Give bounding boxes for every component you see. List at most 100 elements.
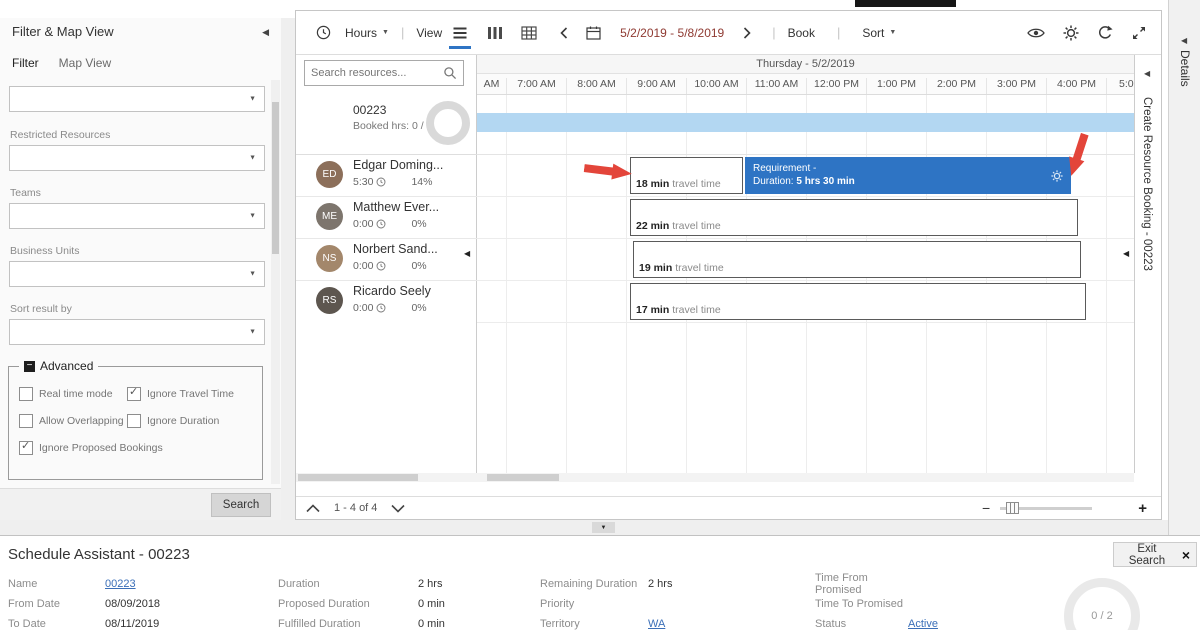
scrollbar-thumb[interactable] [272,102,279,254]
resource-row[interactable]: RS Ricardo Seely 0:00 0% [296,280,477,322]
visibility-icon[interactable] [1027,27,1045,39]
chevron-down-icon: ▼ [249,95,256,103]
advanced-legend[interactable]: Advanced [19,359,99,373]
chevron-down-icon: ▼ [249,270,256,278]
field-value-link[interactable]: WA [648,618,665,630]
previous-period-button[interactable] [560,26,568,39]
filter-dropdown-1[interactable]: ▼ [9,86,265,112]
zoom-in-button[interactable]: + [1138,500,1147,517]
bottom-panel-splitter-handle[interactable]: ▼ [592,522,615,533]
checkbox-icon[interactable] [19,414,33,428]
next-period-button[interactable] [743,26,751,39]
tab-filter[interactable]: Filter [12,56,39,70]
gear-icon[interactable] [1063,25,1079,41]
resource-row[interactable]: ME Matthew Ever... 0:00 0% [296,196,477,239]
business-units-label: Business Units [10,245,80,257]
travel-time-block[interactable]: 19 min travel time [633,241,1081,278]
sort-result-by-dropdown[interactable]: ▼ [9,319,265,345]
resource-name: Ricardo Seely [353,284,431,298]
exit-search-label: Exit Search [1128,542,1166,567]
search-button[interactable]: Search [211,493,271,517]
resource-list-hscrollbar[interactable] [296,473,477,482]
business-units-dropdown[interactable]: ▼ [9,261,265,287]
toolbar-separator: | [836,25,841,40]
resource-row[interactable]: ED Edgar Doming... 5:30 14% [296,154,477,197]
travel-time-block[interactable]: 17 min travel time [630,283,1086,320]
scrollbar-thumb[interactable] [298,474,418,481]
expand-details-icon[interactable]: ◀ [1181,36,1187,45]
travel-minutes: 18 min [636,178,670,190]
hours-scale-button[interactable]: Hours [345,26,377,40]
hour-label: 7:00 AM [506,78,566,94]
pan-right-icon[interactable]: ◀ [1123,249,1129,258]
travel-minutes: 19 min [639,262,673,274]
refresh-icon[interactable] [1097,25,1113,41]
sort-button[interactable]: Sort [862,26,884,40]
scheduler-bottom-bar: 1 - 4 of 4 − + [296,496,1161,519]
travel-time-block[interactable]: 22 min travel time [630,199,1078,236]
schedule-grid[interactable]: 18 min travel time Requirement - Duration… [477,95,1134,473]
grid-view-button[interactable] [521,25,537,40]
pan-left-icon[interactable]: ◀ [464,249,470,258]
zoom-out-button[interactable]: − [982,500,990,516]
resource-row[interactable]: NS Norbert Sand... 0:00 0% [296,238,477,281]
details-rail[interactable]: ◀ Details [1168,0,1200,535]
filter-panel-scrollbar[interactable] [271,80,280,484]
checkbox-icon[interactable] [19,439,33,455]
gear-icon[interactable] [1051,169,1063,182]
checkbox-ignore-proposed-bookings[interactable]: Ignore Proposed Bookings [19,439,163,455]
timeline-hscrollbar[interactable] [477,473,1134,482]
travel-minutes: 17 min [636,304,670,316]
day-header: Thursday - 5/2/2019 [477,55,1134,74]
search-icon[interactable] [443,66,457,80]
expand-icon[interactable] [1131,25,1147,41]
avatar: ED [316,161,343,188]
collapse-filter-panel-icon[interactable]: ◀ [262,27,269,38]
teams-dropdown[interactable]: ▼ [9,203,265,229]
expand-panel-icon[interactable]: ◀ [1144,69,1150,78]
checkbox-icon[interactable] [19,387,33,401]
checkbox-ignore-travel-time[interactable]: Ignore Travel Time [127,385,234,401]
requirement-row[interactable]: 00223 Booked hrs: 0 / 2 [296,93,477,155]
field-label: Time From Promised [815,572,868,596]
zoom-slider[interactable] [1000,501,1093,514]
exit-search-button[interactable]: Exit Search × [1113,542,1197,567]
chevron-down-icon: ▼ [889,29,897,36]
checkbox-ignore-duration[interactable]: Ignore Duration [127,414,219,428]
resource-name: Matthew Ever... [353,200,440,214]
advanced-section: Advanced Real time mode Ignore Travel Ti… [8,359,263,480]
date-range[interactable]: 5/2/2019 - 5/8/2019 [620,26,724,40]
book-button[interactable]: Book [788,26,815,40]
travel-time-block[interactable]: 18 min travel time [630,157,743,194]
page-up-icon[interactable] [306,503,320,513]
create-resource-booking-tab[interactable]: ◀ Create Resource Booking - 00223 [1134,55,1161,473]
requirement-booked-hours: Booked hrs: 0 / 2 [353,120,433,132]
timeline-view-button[interactable] [487,26,503,40]
restricted-resources-dropdown[interactable]: ▼ [9,145,265,171]
page-down-icon[interactable] [391,504,405,513]
chevron-down-icon: ▼ [249,212,256,220]
collapse-section-icon[interactable] [24,360,35,372]
field-value: 0 min [418,618,445,630]
scrollbar-thumb[interactable] [487,474,559,481]
field-value-link[interactable]: Active [908,618,938,630]
resource-percent: 0% [411,302,427,314]
search-resources-input[interactable] [305,67,443,79]
schedule-board-page: Filter & Map View ◀ Filter Map View ▼ Re… [0,0,1200,630]
resource-list-panel: 00223 Booked hrs: 0 / 2 ED Edgar Doming.… [296,55,477,473]
details-column: Remaining Duration 2 hrs Priority Territo… [540,574,672,630]
checkbox-icon[interactable] [127,414,141,428]
field-value-link[interactable]: 00223 [105,578,136,590]
clock-icon [376,219,386,229]
hour-header: AM 7:00 AM 8:00 AM 9:00 AM 10:00 AM 11:0… [477,74,1134,95]
requirement-booking-block[interactable]: Requirement - Duration: 5 hrs 30 min [745,157,1071,194]
booked-hours-donut [426,101,470,145]
tab-map-view[interactable]: Map View [59,56,111,70]
hour-label: 12:00 PM [806,78,866,94]
list-view-button[interactable] [449,26,472,49]
checkbox-icon[interactable] [127,385,141,401]
checkbox-real-time-mode[interactable]: Real time mode [19,387,113,401]
checkbox-allow-overlapping[interactable]: Allow Overlapping [19,414,124,428]
calendar-icon[interactable] [586,26,601,40]
zoom-slider-thumb[interactable] [1006,501,1020,514]
